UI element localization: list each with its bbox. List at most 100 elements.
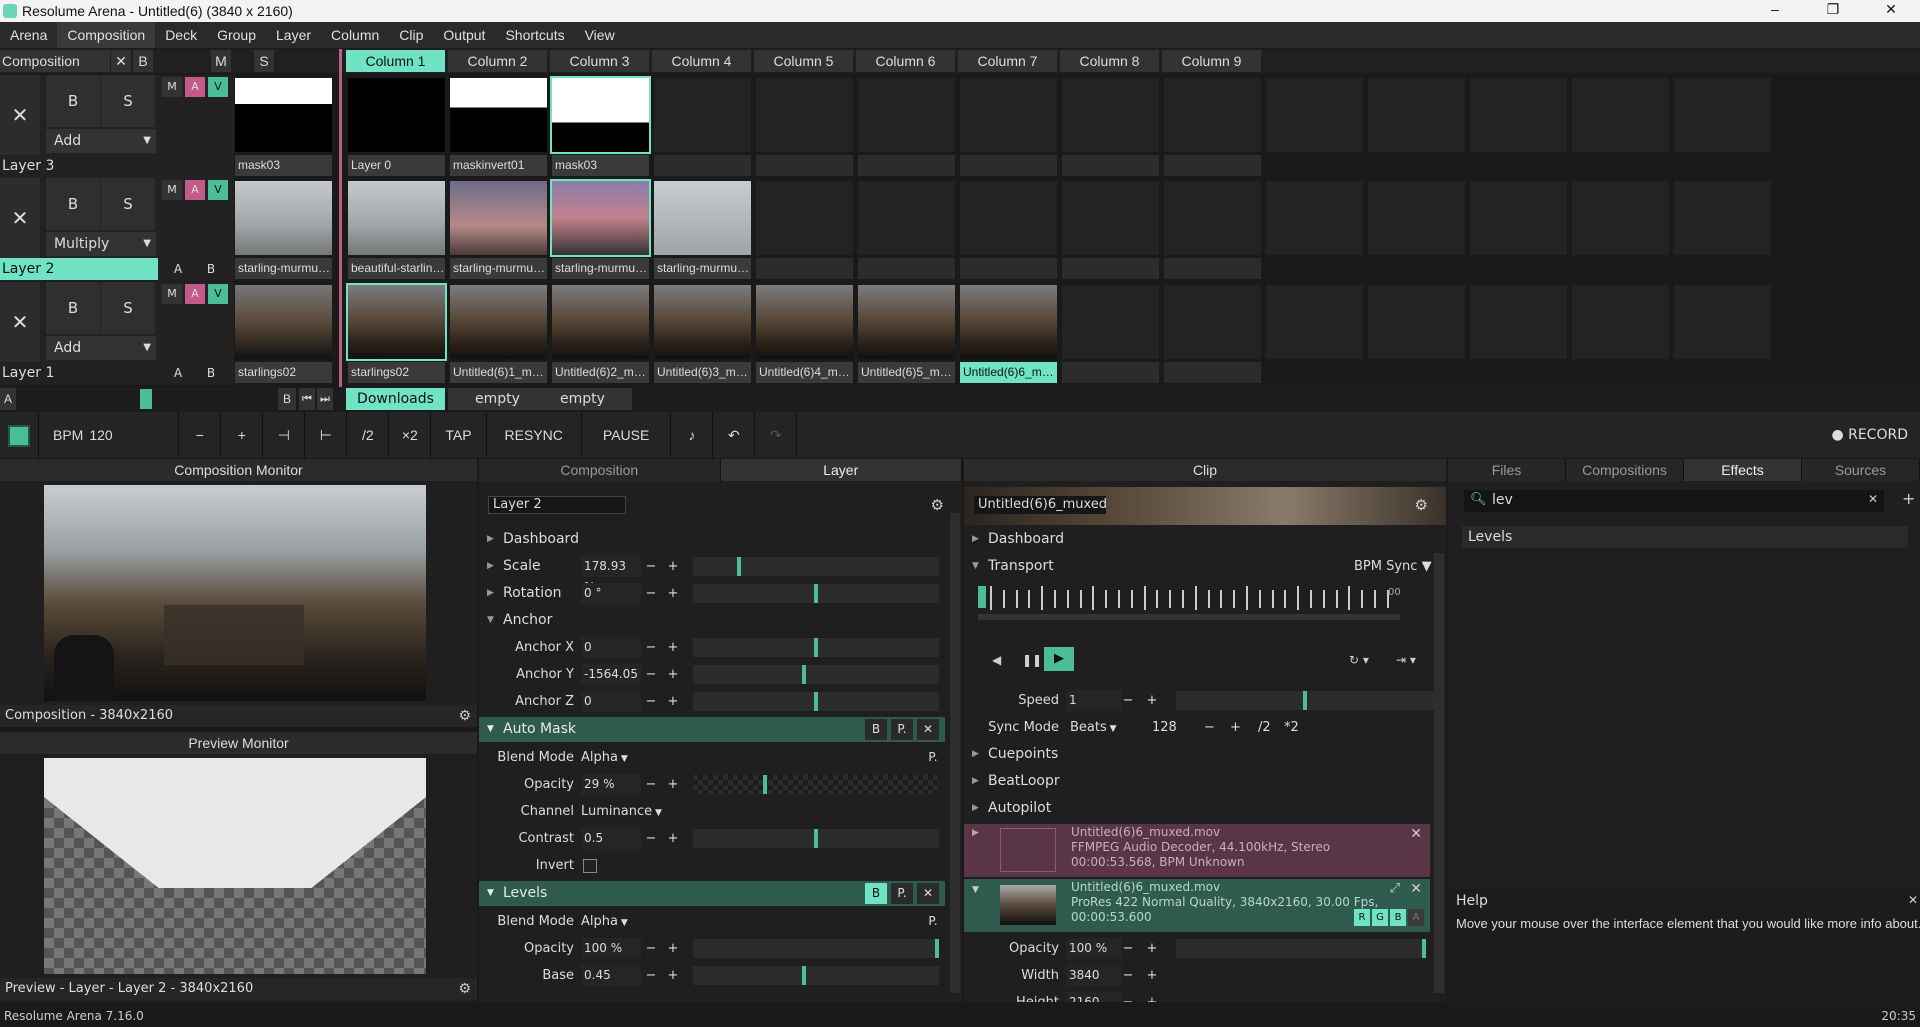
levels-opacity-slider[interactable] [693,939,939,958]
collapse-icon[interactable]: ▼ [972,885,979,895]
anchor-z-minus[interactable]: − [641,688,661,715]
anchor-y-minus[interactable]: − [641,661,661,688]
height-plus[interactable]: + [1142,989,1162,1002]
layer-crossfade-a[interactable]: A [166,362,190,384]
tab-compositions[interactable]: Compositions [1566,459,1684,481]
clip-cell[interactable]: Layer 0 [346,75,447,178]
preview-image[interactable] [44,758,426,974]
clip-dashboard-section[interactable]: Dashboard [964,526,1446,553]
expand-icon[interactable]: ▶ [972,828,979,838]
gear-icon[interactable]: ⚙ [1415,496,1428,514]
play-forward-icon[interactable]: ▶ [1044,647,1074,671]
dashboard-section[interactable]: Dashboard [479,526,962,553]
clip-cell[interactable] [754,178,855,281]
pause-icon[interactable]: ❚❚ [1022,653,1042,667]
levels-base-slider[interactable] [693,966,939,985]
column-header-9[interactable]: Column 9 [1162,50,1261,72]
levels-base-value[interactable]: 0.45 [581,965,641,986]
clip-cell-empty[interactable] [1672,75,1773,178]
menu-arena[interactable]: Arena [0,22,57,48]
video-source-row[interactable]: ▼ Untitled(6)6_muxed.mov ProRes 422 Norm… [964,879,1430,932]
slider-knob[interactable] [801,966,806,985]
next-deck-icon[interactable]: ⏭ [317,388,333,410]
clip-cell-empty[interactable] [1264,178,1365,281]
layer-bypass-button[interactable]: B [46,75,100,127]
menu-group[interactable]: Group [207,22,266,48]
layer-name[interactable]: Layer 3 [0,155,158,177]
record-button[interactable]: ● RECORD [1831,412,1908,458]
clip-cell-empty[interactable] [1672,282,1773,385]
levels-base-plus[interactable]: + [663,962,683,989]
clip-cell[interactable] [958,178,1059,281]
layer-blend-dropdown[interactable]: Add [46,129,156,153]
beats-double[interactable]: *2 [1284,714,1299,741]
rotation-minus[interactable]: − [641,580,661,607]
anchor-x-value[interactable]: 0 [581,637,641,658]
anchor-x-slider[interactable] [693,638,939,657]
layer-video-button[interactable]: V [208,284,228,304]
channel-g-toggle[interactable]: G [1372,909,1388,926]
clip-timeline[interactable]: 00 [978,584,1401,624]
anchor-x-minus[interactable]: − [641,634,661,661]
anchor-section[interactable]: Anchor [479,607,962,634]
close-window-button[interactable]: ✕ [1862,0,1920,18]
tab-files[interactable]: Files [1448,459,1566,481]
automask-blend-dropdown[interactable]: Alpha [581,744,628,773]
effect-result-levels[interactable]: Levels [1462,526,1908,548]
clip-opacity-plus[interactable]: + [1142,935,1162,962]
clip-cell[interactable] [1162,282,1263,385]
clip-cell[interactable]: Untitled(6)4_muxed [754,282,855,385]
speed-value[interactable]: 1 [1066,690,1122,711]
clip-cell[interactable] [1162,75,1263,178]
audio-remove-icon[interactable]: ✕ [1410,826,1422,842]
layer-clear-button[interactable]: ✕ [0,178,40,258]
clip-cell-empty[interactable] [1570,282,1671,385]
slider-knob[interactable] [763,775,768,794]
clip-cell[interactable] [1060,178,1161,281]
layer-audio-button[interactable]: A [185,77,205,97]
anchor-z-slider[interactable] [693,692,939,711]
layer-solo-button[interactable]: S [101,75,155,127]
clip-opacity-value[interactable]: 100 % [1066,938,1122,959]
layer-mute-button[interactable]: M [162,180,182,200]
levels-opacity-value[interactable]: 100 % [581,938,641,959]
anchor-y-plus[interactable]: + [663,661,683,688]
layer-bypass-button[interactable]: B [46,282,100,334]
menu-view[interactable]: View [575,22,625,48]
levels-bypass[interactable]: B [865,883,887,904]
automask-channel-dropdown[interactable]: Luminance [581,798,662,827]
gear-icon[interactable]: ⚙ [458,705,471,727]
levels-blend-param[interactable]: P. [923,908,943,935]
clip-cell-empty[interactable] [1468,282,1569,385]
search-clear-icon[interactable]: ✕ [1868,492,1878,506]
auto-mask-header[interactable]: Auto Mask B P. ✕ [479,717,945,742]
layer-crossfade-b[interactable]: B [199,362,223,384]
fullscreen-icon[interactable]: ⤢ [1390,881,1400,896]
tab-effects[interactable]: Effects [1684,459,1802,481]
column-header-4[interactable]: Column 4 [652,50,751,72]
gear-icon[interactable]: ⚙ [458,978,471,1000]
beats-half[interactable]: /2 [1258,714,1271,741]
layer-crossfade-a[interactable]: A [166,258,190,280]
layer-name-field[interactable]: Layer 2 [488,496,626,514]
column-header-6[interactable]: Column 6 [856,50,955,72]
clip-cell-empty[interactable] [1366,75,1467,178]
column-header-2[interactable]: Column 2 [448,50,547,72]
layer-audio-button[interactable]: A [185,180,205,200]
levels-opacity-minus[interactable]: − [641,935,661,962]
clip-cell[interactable]: Untitled(6)2_muxed [550,282,651,385]
layer-audio-button[interactable]: A [185,284,205,304]
layer-mute-button[interactable]: M [162,284,182,304]
layer-name[interactable]: Layer 2 [0,258,158,280]
deck-downloads[interactable]: Downloads [346,388,445,410]
clip-cell[interactable]: maskinvert01 [448,75,549,178]
clip-cell[interactable]: Untitled(6)1_muxed [448,282,549,385]
clip-opacity-slider[interactable] [1176,939,1426,958]
automask-opacity-minus[interactable]: − [641,771,661,798]
redo-icon[interactable]: ↷ [755,412,798,458]
clip-cell-empty[interactable] [1264,282,1365,385]
layer-base-clip[interactable]: mask03 [233,75,334,178]
layer-crossfade-b[interactable]: B [199,258,223,280]
prev-deck-icon[interactable]: ⏮ [299,388,315,410]
levels-preset[interactable]: P. [891,883,913,904]
